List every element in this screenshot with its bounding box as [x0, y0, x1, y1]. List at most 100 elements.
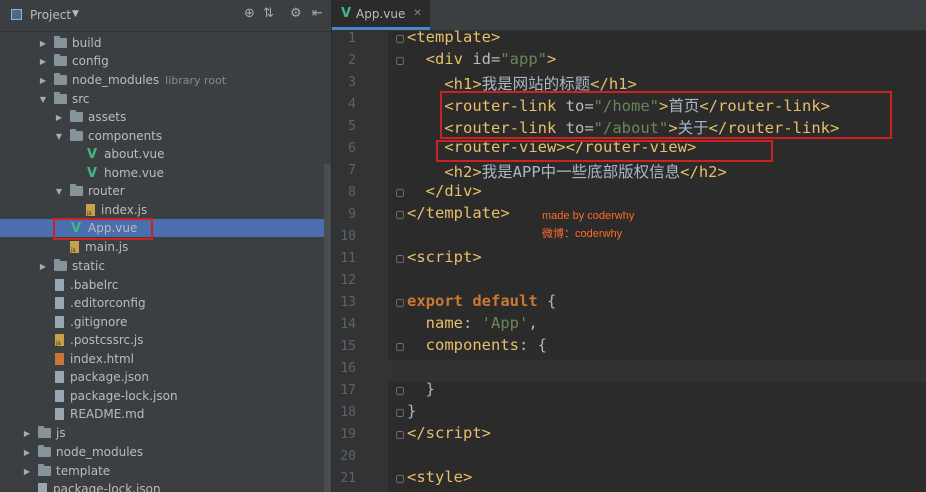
tree-item-router[interactable]: ▼ router	[0, 182, 331, 200]
line-number: 19	[340, 427, 356, 442]
hide-icon[interactable]: ⇤	[312, 6, 323, 21]
code-key: components	[425, 336, 519, 354]
tree-item-build[interactable]: ▶ build	[0, 34, 331, 52]
sidebar-scrollbar[interactable]	[324, 164, 331, 492]
code-line-17[interactable]: }	[407, 380, 435, 398]
tree-item-js[interactable]: ▶ js	[0, 424, 331, 442]
tab-app-vue[interactable]: V App.vue ✕	[332, 0, 430, 30]
tree-item-label: README.md	[70, 407, 145, 421]
locate-icon[interactable]: ⊕	[244, 6, 255, 21]
json-file-icon	[38, 483, 47, 492]
folder-icon	[38, 426, 51, 438]
chevron-right-icon[interactable]: ▶	[38, 262, 48, 271]
code-line-13[interactable]: export default {	[407, 292, 556, 310]
code-line-7[interactable]: <h2>我是APP中一些底部版权信息</h2>	[407, 160, 727, 182]
project-header: Project ▼ ⊕ ⇅ ⚙ ⇤	[0, 0, 331, 32]
fold-marker-icon[interactable]	[396, 409, 404, 417]
code-line-15[interactable]: components: {	[407, 336, 547, 354]
json-file-icon	[55, 371, 64, 383]
tree-item-template[interactable]: ▶ template	[0, 462, 331, 480]
tree-item-app-vue[interactable]: V App.vue	[0, 219, 331, 237]
tree-item-gitignore[interactable]: .gitignore	[0, 313, 331, 331]
fold-marker-icon[interactable]	[396, 189, 404, 197]
tree-item-index-js[interactable]: index.js	[0, 201, 331, 219]
file-icon	[55, 316, 64, 328]
current-line-highlight	[388, 360, 926, 382]
tree-item-static[interactable]: ▶ static	[0, 257, 331, 275]
project-title[interactable]: Project	[30, 8, 71, 22]
tree-item-label: index.js	[101, 203, 148, 217]
chevron-down-icon[interactable]: ▼	[72, 9, 79, 19]
fold-marker-icon[interactable]	[396, 35, 404, 43]
code-line-14[interactable]: name: 'App',	[407, 314, 538, 332]
tree-item-editorconfig[interactable]: .editorconfig	[0, 294, 331, 312]
tree-item-node-modules-root[interactable]: ▶ node_modules	[0, 443, 331, 461]
html-file-icon	[55, 353, 64, 365]
folder-icon	[54, 36, 67, 48]
fold-marker-icon[interactable]	[396, 255, 404, 263]
tree-item-package-lock-root[interactable]: package-lock.json	[0, 480, 331, 492]
chevron-down-icon[interactable]: ▼	[38, 95, 48, 104]
line-number: 15	[340, 339, 356, 354]
chevron-down-icon[interactable]: ▼	[54, 132, 64, 141]
code-line-9[interactable]: </template>	[407, 204, 510, 222]
tree-item-src[interactable]: ▼ src	[0, 90, 331, 108]
vue-file-icon: V	[340, 6, 352, 21]
line-number: 9	[348, 207, 356, 222]
tree-item-components[interactable]: ▼ components	[0, 127, 331, 145]
code-line-19[interactable]: </script>	[407, 424, 491, 442]
tree-item-label: router	[88, 184, 125, 198]
tree-item-label: home.vue	[104, 166, 164, 180]
md-file-icon	[55, 408, 64, 420]
code-attr: id=	[472, 50, 501, 68]
folder-icon	[70, 110, 83, 122]
code-line-11[interactable]: <script>	[407, 248, 482, 266]
tree-item-index-html[interactable]: index.html	[0, 350, 331, 368]
tree-item-about-vue[interactable]: V about.vue	[0, 145, 331, 163]
chevron-right-icon[interactable]: ▶	[54, 113, 64, 122]
fold-marker-icon[interactable]	[396, 475, 404, 483]
file-icon	[55, 279, 64, 291]
line-number: 3	[348, 75, 356, 90]
tree-item-readme[interactable]: README.md	[0, 405, 331, 423]
tree-item-postcssrc[interactable]: .postcssrc.js	[0, 331, 331, 349]
chevron-right-icon[interactable]: ▶	[38, 76, 48, 85]
code-line-2[interactable]: <div id="app">	[407, 50, 557, 68]
fold-marker-icon[interactable]	[396, 57, 404, 65]
code-line-18[interactable]: }	[407, 402, 416, 420]
line-number: 7	[348, 163, 356, 178]
tree-item-babelrc[interactable]: .babelrc	[0, 276, 331, 294]
tree-item-package-json[interactable]: package.json	[0, 368, 331, 386]
js-file-icon	[70, 241, 79, 254]
tree-item-label: src	[72, 92, 90, 106]
chevron-down-icon[interactable]: ▼	[54, 187, 64, 196]
gear-icon[interactable]: ⚙	[290, 6, 302, 21]
tree-item-home-vue[interactable]: V home.vue	[0, 164, 331, 182]
line-number: 10	[340, 229, 356, 244]
fold-marker-icon[interactable]	[396, 343, 404, 351]
tree-item-config[interactable]: ▶ config	[0, 52, 331, 70]
tree-item-main-js[interactable]: main.js	[0, 238, 331, 256]
tree-item-assets[interactable]: ▶ assets	[0, 108, 331, 126]
tree-item-label: static	[72, 259, 105, 273]
js-file-icon	[86, 204, 95, 217]
fold-marker-icon[interactable]	[396, 387, 404, 395]
line-number: 12	[340, 273, 356, 288]
fold-marker-icon[interactable]	[396, 431, 404, 439]
code-line-1[interactable]: <template>	[407, 28, 500, 46]
chevron-right-icon[interactable]: ▶	[38, 39, 48, 48]
fold-marker-icon[interactable]	[396, 211, 404, 219]
code-line-8[interactable]: </div>	[407, 182, 482, 200]
tree-item-node-modules[interactable]: ▶ node_modules library root	[0, 71, 331, 89]
tree-item-package-lock-json[interactable]: package-lock.json	[0, 387, 331, 405]
chevron-right-icon[interactable]: ▶	[38, 57, 48, 66]
collapse-icon[interactable]: ⇅	[263, 6, 274, 21]
code-line-21[interactable]: <style>	[407, 468, 472, 486]
chevron-right-icon[interactable]: ▶	[22, 429, 32, 438]
close-icon[interactable]: ✕	[413, 8, 421, 19]
code-text: 我是APP中一些底部版权信息	[481, 163, 681, 181]
chevron-right-icon[interactable]: ▶	[22, 448, 32, 457]
project-icon	[11, 9, 22, 20]
chevron-right-icon[interactable]: ▶	[22, 467, 32, 476]
fold-marker-icon[interactable]	[396, 299, 404, 307]
